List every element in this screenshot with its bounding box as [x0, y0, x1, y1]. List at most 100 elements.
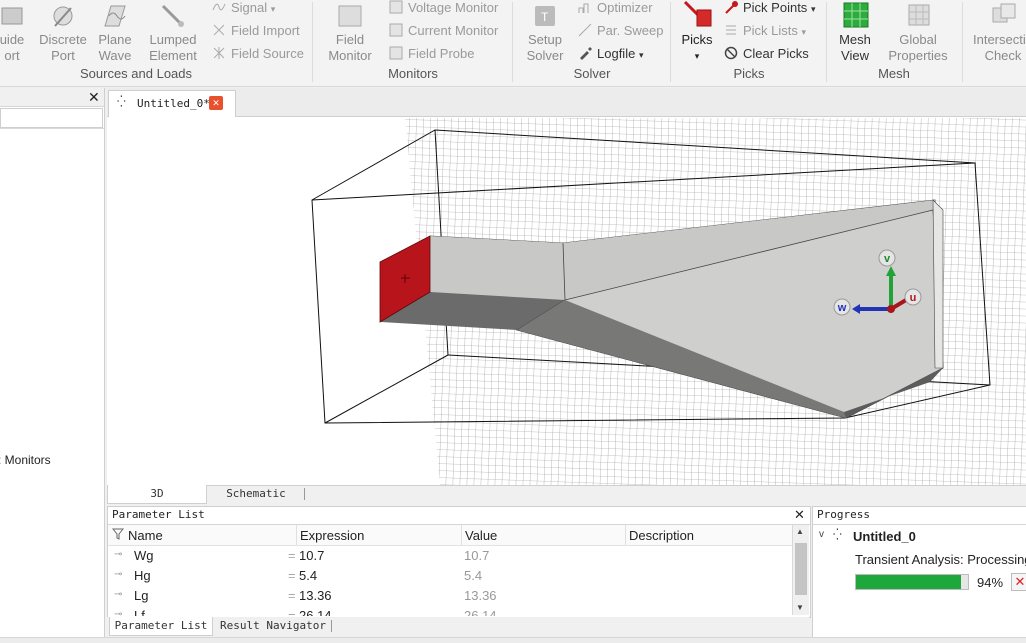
scroll-down-icon[interactable]: ▼ [796, 603, 804, 612]
lumped-element-button[interactable]: Lumped Element [142, 4, 204, 64]
logfile-icon [578, 46, 592, 60]
cancel-icon[interactable]: ✕ [1011, 573, 1026, 591]
document-tab-label: Untitled_0* [137, 97, 210, 110]
field-import-icon [212, 23, 226, 37]
progress-task-label: Transient Analysis: Processing [855, 552, 1026, 567]
clear-picks-button[interactable]: Clear Picks [724, 45, 809, 63]
waveguide-port-label-2: ort [4, 48, 20, 63]
picks-dropdown-icon: ▾ [694, 51, 700, 61]
field-probe-button[interactable]: Field Probe [389, 45, 474, 63]
field-import-button[interactable]: Field Import [212, 22, 300, 40]
signal-button[interactable]: Signal ▾ [212, 0, 275, 17]
tab-3d[interactable]: 3D [107, 485, 207, 504]
current-monitor-button[interactable]: Current Monitor [389, 22, 498, 40]
field-source-button[interactable]: Field Source [212, 45, 304, 63]
plane-wave-label-1: Plane [98, 32, 132, 47]
discrete-port-label-1: Discrete [39, 32, 87, 47]
par-sweep-button[interactable]: Par. Sweep [578, 22, 664, 40]
param-value: 26.14 [464, 608, 497, 616]
pick-lists-button[interactable]: Pick Lists ▾ [724, 22, 806, 40]
logfile-button[interactable]: Logfile ▾ [578, 45, 643, 63]
column-name[interactable]: Name [128, 528, 163, 543]
scroll-up-icon[interactable]: ▲ [796, 527, 804, 536]
tab-schematic[interactable]: Schematic [208, 485, 304, 503]
parameter-icon: ⊸ [114, 609, 123, 616]
global-properties-label-1: Global [899, 32, 937, 47]
setup-solver-icon: T [531, 4, 559, 30]
table-row[interactable]: ⊸ Lg = 13.36 13.36 [108, 586, 792, 606]
param-name: Hg [134, 568, 151, 583]
table-header: Name Expression Value Description [108, 525, 792, 546]
pick-points-button[interactable]: Pick Points ▾ [724, 0, 815, 17]
filter-icon[interactable] [111, 528, 125, 543]
param-expression[interactable]: 5.4 [299, 568, 317, 583]
table-row[interactable]: ⊸ Lf = 26.14 26.14 [108, 606, 792, 616]
column-description[interactable]: Description [629, 528, 694, 543]
voltage-monitor-icon [389, 0, 403, 14]
param-name: Lg [134, 588, 149, 603]
global-properties-icon [904, 0, 932, 30]
chevron-down-icon[interactable]: v [819, 529, 824, 540]
signal-label: Signal [231, 0, 268, 15]
waveguide-port-icon [0, 4, 26, 30]
tree-item-monitors[interactable]: : Monitors [0, 453, 51, 467]
tab-parameter-list[interactable]: Parameter List [109, 617, 213, 636]
close-icon[interactable]: ✕ [794, 507, 805, 523]
pick-points-icon [724, 0, 738, 14]
document-tab-bar [107, 88, 1026, 117]
column-expression[interactable]: Expression [300, 528, 364, 543]
plane-wave-label-2: Wave [98, 48, 132, 63]
close-icon[interactable]: ✕ [88, 89, 100, 106]
vertical-scrollbar[interactable]: ▲ ▼ [792, 525, 809, 615]
lumped-element-label-1: Lumped [149, 32, 197, 47]
mesh-view-button[interactable]: Mesh View [832, 0, 878, 64]
picks-icon [683, 0, 712, 30]
discrete-port-button[interactable]: Discrete Port [36, 4, 90, 64]
setup-solver-label-2: Solver [526, 48, 564, 63]
close-tab-icon[interactable]: ✕ [209, 96, 223, 110]
picks-group-title: Picks [733, 66, 765, 81]
group-separator [826, 2, 827, 82]
setup-solver-button[interactable]: T Setup Solver [520, 4, 570, 64]
waveguide-port-button[interactable]: uide ort [0, 4, 32, 64]
optimizer-icon [578, 0, 592, 14]
mesh-group-title: Mesh [878, 66, 910, 81]
pick-lists-icon [724, 23, 738, 37]
plane-wave-button[interactable]: Plane Wave [93, 4, 137, 64]
field-monitor-label-2: Monitor [328, 48, 372, 63]
progress-bar [855, 574, 969, 590]
scrollbar-thumb[interactable] [795, 543, 807, 595]
document-tab[interactable]: ⁛ Untitled_0* ✕ [108, 90, 236, 117]
column-value[interactable]: Value [465, 528, 497, 543]
parameter-icon: ⊸ [114, 549, 123, 560]
tree-search-input[interactable] [0, 108, 103, 128]
table-row[interactable]: ⊸ Hg = 5.4 5.4 [108, 566, 792, 586]
param-expression[interactable]: 26.14 [299, 608, 332, 616]
voltage-monitor-button[interactable]: Voltage Monitor [389, 0, 498, 17]
group-separator [312, 2, 313, 82]
v-axis-label: v [884, 253, 891, 265]
field-monitor-button[interactable]: Field Monitor [322, 4, 378, 64]
progress-percent: 94% [977, 575, 1004, 590]
3d-viewport[interactable]: v w u [107, 117, 1026, 485]
current-monitor-label: Current Monitor [408, 23, 499, 38]
picks-button[interactable]: Picks ▾ [676, 0, 718, 64]
monitors-group-title: Monitors [388, 66, 438, 81]
param-expression[interactable]: 10.7 [299, 548, 324, 563]
table-row[interactable]: ⊸ Wg = 10.7 10.7 [108, 546, 792, 566]
global-properties-button[interactable]: Global Properties [880, 0, 956, 64]
param-name: Wg [134, 548, 154, 563]
solver-group-title: Solver [573, 66, 611, 81]
current-monitor-icon [389, 23, 403, 37]
optimizer-label: Optimizer [597, 0, 653, 15]
optimizer-button[interactable]: Optimizer [578, 0, 653, 17]
pick-lists-label: Pick Lists [743, 23, 798, 38]
tab-result-navigator[interactable]: Result Navigator [218, 617, 328, 635]
divider [0, 128, 104, 129]
intersection-check-button[interactable]: Intersectio Check [966, 0, 1026, 64]
param-expression[interactable]: 13.36 [299, 588, 332, 603]
global-properties-label-2: Properties [888, 48, 948, 63]
discrete-port-label-2: Port [51, 48, 75, 63]
field-probe-icon [389, 46, 403, 60]
field-source-label: Field Source [231, 46, 304, 61]
